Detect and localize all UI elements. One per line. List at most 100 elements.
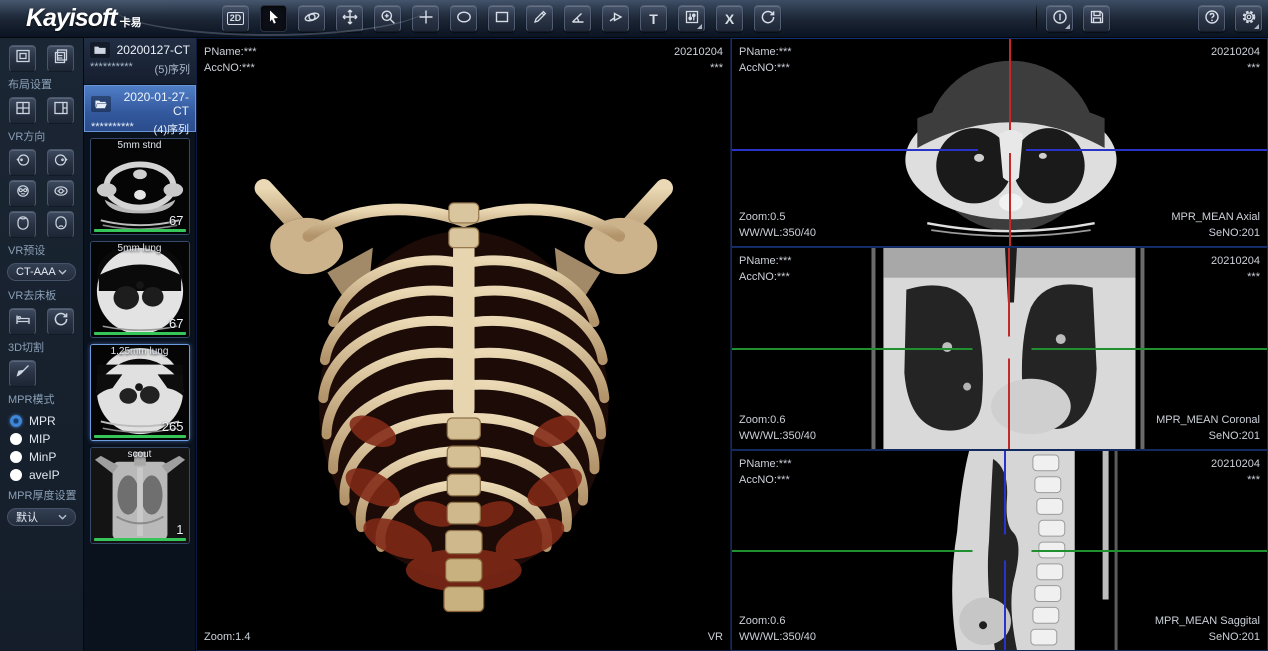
- layout-grid4-button[interactable]: [9, 97, 36, 124]
- help-icon: [1204, 9, 1220, 28]
- mpr-mode-option-mip[interactable]: MIP: [0, 430, 83, 448]
- axial-patient-info: PName:*** AccNO:***: [739, 44, 792, 76]
- coronal-study-date: 20210204 ***: [1211, 253, 1260, 285]
- pointer-tool-button[interactable]: [260, 5, 287, 32]
- delete-annotation-button[interactable]: X: [716, 5, 743, 32]
- vr-preset-select[interactable]: CT-AAA: [7, 263, 76, 281]
- radio-icon[interactable]: [10, 433, 22, 445]
- pname-text: PName:***: [739, 456, 792, 472]
- pointer-icon: [266, 9, 282, 28]
- coronal-crosshair-vertical-red[interactable]: [1008, 248, 1010, 449]
- crosshair-tool-button[interactable]: [412, 5, 439, 32]
- mpr-mode-option-minp[interactable]: MinP: [0, 448, 83, 466]
- series-thumbnail-panel: 20200127-CT ********** (5)序列 2020-01-27-…: [84, 38, 196, 651]
- mpr-mode-option-mpr[interactable]: MPR: [0, 412, 83, 430]
- zoom-text: Zoom:0.6: [739, 613, 816, 629]
- reset-view-button[interactable]: [754, 5, 781, 32]
- mpr-axial-viewport[interactable]: PName:*** AccNO:*** 20210204 *** Zoom:0.…: [731, 38, 1268, 247]
- vr-direction-label: VR方向: [0, 128, 83, 144]
- rect-roi-tool-button[interactable]: [488, 5, 515, 32]
- zoom-tool-button[interactable]: [374, 5, 401, 32]
- sagittal-zoom-ww: Zoom:0.6 WW/WL:350/40: [739, 613, 816, 645]
- text-tool-button[interactable]: T: [640, 5, 667, 32]
- angle-tool-button[interactable]: [564, 5, 591, 32]
- 3d-cut-label: 3D切割: [0, 339, 83, 355]
- bed-icon: [15, 311, 31, 332]
- remove-bed-button[interactable]: [9, 308, 36, 335]
- radio-icon[interactable]: [10, 469, 22, 481]
- bed-reset-button[interactable]: [47, 308, 74, 335]
- mpr-mode-label: MPR模式: [0, 391, 83, 407]
- mpr-label-text: MPR_MEAN Axial: [1171, 209, 1260, 225]
- save-button[interactable]: [1083, 5, 1110, 32]
- thumbnail-5mm-lung[interactable]: 5mm lung 67: [90, 241, 190, 338]
- chevron-down-icon: [58, 511, 67, 523]
- axial-crosshair-vertical-red[interactable]: [1009, 39, 1011, 246]
- rotate-orbit-tool-button[interactable]: [298, 5, 325, 32]
- window-preset-button[interactable]: [678, 5, 705, 32]
- vr-face-back-button[interactable]: [47, 180, 74, 207]
- pencil-icon: [532, 9, 548, 28]
- coronal-zoom-ww: Zoom:0.6 WW/WL:350/40: [739, 412, 816, 444]
- date-text: 20210204: [1211, 44, 1260, 60]
- vr-head-left-button[interactable]: [9, 149, 36, 176]
- vr-preset-label: VR预设: [0, 242, 83, 258]
- pname-text: PName:***: [739, 253, 792, 269]
- toolbar-separator: [1036, 4, 1037, 34]
- ellipse-roi-tool-button[interactable]: [450, 5, 477, 32]
- masked-text: ***: [674, 60, 723, 76]
- wwwl-text: WW/WL:350/40: [739, 428, 816, 444]
- thumbnail-5mm-stnd[interactable]: 5mm stnd 67: [90, 138, 190, 235]
- mpr-thickness-select[interactable]: 默认: [7, 508, 76, 526]
- layout-main-side-button[interactable]: [47, 97, 74, 124]
- measure-line-tool-button[interactable]: [526, 5, 553, 32]
- layout-report-button[interactable]: [47, 45, 74, 72]
- vr-head-bottom-button[interactable]: [47, 211, 74, 238]
- accno-text: AccNO:***: [739, 60, 792, 76]
- vr-head-right-button[interactable]: [47, 149, 74, 176]
- vr-viewport[interactable]: PName:*** AccNO:*** 20210204 *** Zoom:1.…: [196, 38, 731, 651]
- thumbnail-label: 5mm lung: [91, 243, 189, 254]
- arrow-annotation-tool-button[interactable]: [602, 5, 629, 32]
- top-toolbar: Kayisoft 卡易 2D: [0, 0, 1268, 38]
- series-item-2[interactable]: 2020-01-27-CT ********** (4)序列: [84, 85, 196, 132]
- ellipse-icon: [456, 9, 472, 28]
- settings-button[interactable]: [1235, 5, 1262, 32]
- sagittal-crosshair-vertical-blue[interactable]: [1004, 451, 1006, 650]
- mpr-mode-option-aveip[interactable]: aveIP: [0, 466, 83, 484]
- mpr-coronal-viewport[interactable]: PName:*** AccNO:*** 20210204 *** Zoom:0.…: [731, 247, 1268, 450]
- thumbnail-progress-bar: [94, 538, 186, 541]
- radio-icon[interactable]: [10, 451, 22, 463]
- app-logo: Kayisoft 卡易: [26, 4, 142, 33]
- sagittal-crosshair-horizontal-green[interactable]: [732, 550, 1267, 552]
- axial-crosshair-horizontal-blue[interactable]: [732, 149, 1267, 151]
- vr-head-top-button[interactable]: [9, 211, 36, 238]
- mpr-label-text: MPR_MEAN Saggital: [1155, 613, 1260, 629]
- masked-text: ***: [1211, 269, 1260, 285]
- sagittal-series-label: MPR_MEAN Saggital SeNO:201: [1155, 613, 1260, 645]
- scalpel-cut-button[interactable]: [9, 360, 36, 387]
- pan-icon: [342, 9, 358, 28]
- accno-text: AccNO:***: [739, 269, 792, 285]
- thumbnail-image-count: 67: [169, 316, 183, 331]
- series-title: 20200127-CT: [110, 43, 190, 57]
- thumbnail-scout[interactable]: scout 1: [90, 447, 190, 544]
- layout-2d-button[interactable]: 2D: [222, 5, 249, 32]
- vr-zoom-text: Zoom:1.4: [204, 629, 250, 645]
- thumbnail-1-25mm-lung[interactable]: 1.25mm lung 265: [90, 344, 190, 441]
- series-item-1[interactable]: 20200127-CT ********** (5)序列: [84, 38, 196, 85]
- mpr-thickness-label: MPR厚度设置: [0, 487, 83, 503]
- thumbnail-image-count: 67: [169, 213, 183, 228]
- vr-rendering-ribcage: [197, 39, 730, 650]
- mpr-sagittal-viewport[interactable]: PName:*** AccNO:*** 20210204 *** Zoom:0.…: [731, 450, 1268, 651]
- coronal-crosshair-horizontal-green[interactable]: [732, 348, 1267, 350]
- scalpel-icon: [15, 363, 31, 384]
- radio-icon[interactable]: [10, 415, 22, 427]
- layout-single-button[interactable]: [9, 45, 36, 72]
- vr-face-front-button[interactable]: [9, 180, 36, 207]
- chevron-down-icon: [58, 266, 67, 278]
- help-button[interactable]: [1198, 5, 1225, 32]
- vr-study-date: 20210204 ***: [674, 44, 723, 76]
- info-button[interactable]: [1046, 5, 1073, 32]
- pan-tool-button[interactable]: [336, 5, 363, 32]
